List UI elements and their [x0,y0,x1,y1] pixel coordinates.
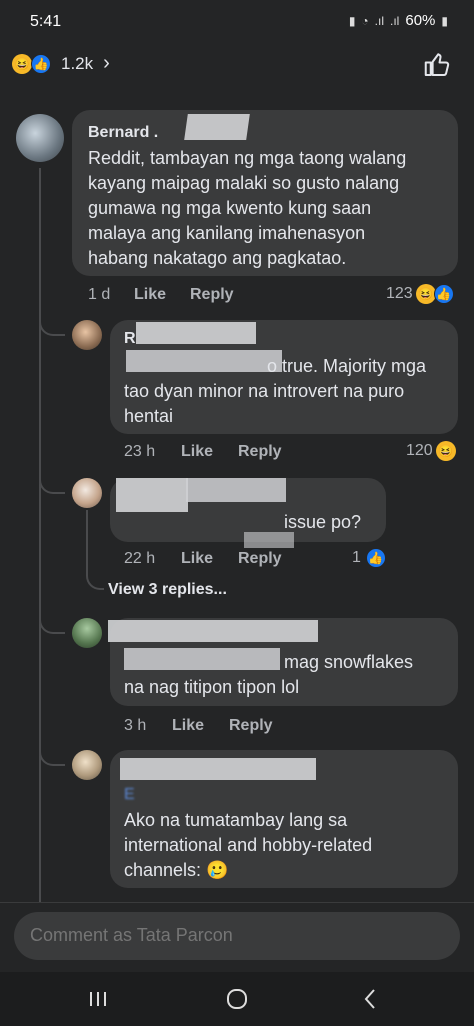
redaction [108,620,318,642]
recent-apps-icon[interactable] [78,984,118,1014]
back-icon[interactable] [350,984,390,1014]
thread-connector [39,732,65,766]
chevron-right-icon: › [103,52,110,74]
thread-line [39,168,41,908]
comment-author[interactable]: R [124,330,136,348]
reaction-count: 1.2k [61,53,94,73]
like-button[interactable]: Like [172,717,229,735]
thread-connector [86,510,104,590]
redaction [184,114,250,140]
haha-reaction-icon: 😆 [12,53,32,74]
comment-actions: 22 h Like Reply [124,550,282,568]
redaction [120,758,316,780]
comment-author[interactable]: Bernard . [88,124,158,142]
comment-text: o true. Majority mga tao dyan minor na i… [124,356,427,426]
comment-text: mag snowflakes na nag titipon tipon lol [124,652,414,697]
system-nav-bar [0,972,474,1026]
home-icon[interactable] [217,984,257,1014]
like-button[interactable]: Like [181,443,238,461]
like-reaction-icon: 👍 [433,284,454,304]
haha-reaction-icon: 😆 [435,441,456,461]
reactions-header: 😆 👍 1.2k › [0,42,474,90]
battery-icon: ▮ [441,13,448,28]
comment-reactions[interactable]: 1 👍 [352,548,386,568]
tagged-name: E [124,786,135,803]
comment-actions: 23 h Like Reply [124,443,282,461]
reply-button[interactable]: Reply [238,443,282,461]
status-icons: ▮ ◔ .ıl .ıl 60% ▮ [349,12,448,29]
reply-button[interactable]: Reply [190,286,234,304]
comment-actions: 3 h Like Reply [124,717,273,735]
thread-connector [39,460,65,494]
comment-actions: 1 d Like Reply [88,286,234,304]
like-outline-icon[interactable] [422,50,452,80]
avatar[interactable] [16,114,64,162]
comment-time: 1 d [88,286,111,303]
status-time: 5:41 [30,13,62,30]
like-reaction-icon: 👍 [365,548,386,568]
comment-reactions[interactable]: 120 😆 [406,441,456,461]
avatar[interactable] [72,750,102,780]
like-button[interactable]: Like [134,286,190,304]
reactions-summary[interactable]: 😆 👍 1.2k › [12,52,110,75]
redaction [186,478,286,502]
comment-input[interactable] [30,925,430,946]
like-button[interactable]: Like [181,550,238,568]
signal-icon: .ıl [374,13,385,28]
reaction-count: 120 [406,442,433,459]
signal-icon-2: .ıl [390,13,400,28]
thread-connector [39,300,65,336]
view-replies-link[interactable]: View 3 replies... [108,581,227,599]
thread-connector [39,600,65,634]
avatar[interactable] [72,618,102,648]
avatar[interactable] [72,478,102,508]
comment-text: Ako na tumatambay lang sa international … [124,810,373,880]
status-bar: 5:41 ▮ ◔ .ıl .ıl 60% ▮ [0,0,474,42]
redaction [136,322,256,344]
avatar[interactable] [72,320,102,350]
wifi-icon: ◔ [361,13,369,28]
comment-composer[interactable] [14,912,460,960]
comment-text: issue po? [284,512,362,532]
comment-time: 23 h [124,443,156,460]
reply-button[interactable]: Reply [238,550,282,568]
reaction-count: 1 [352,549,361,566]
redaction [244,532,294,548]
battery-percent: 60% [405,12,436,29]
comment-text: Reddit, tambayan ng mga taong walang kay… [88,148,407,268]
redaction [116,478,188,512]
comment-time: 22 h [124,550,156,567]
reply-button[interactable]: Reply [229,717,273,735]
like-reaction-icon: 👍 [31,53,51,74]
comment-reactions[interactable]: 123 😆 👍 [386,284,454,304]
haha-reaction-icon: 😆 [415,284,436,304]
battery-saver-icon: ▮ [348,13,356,28]
reaction-count: 123 [386,285,413,302]
comment-time: 3 h [124,717,147,734]
